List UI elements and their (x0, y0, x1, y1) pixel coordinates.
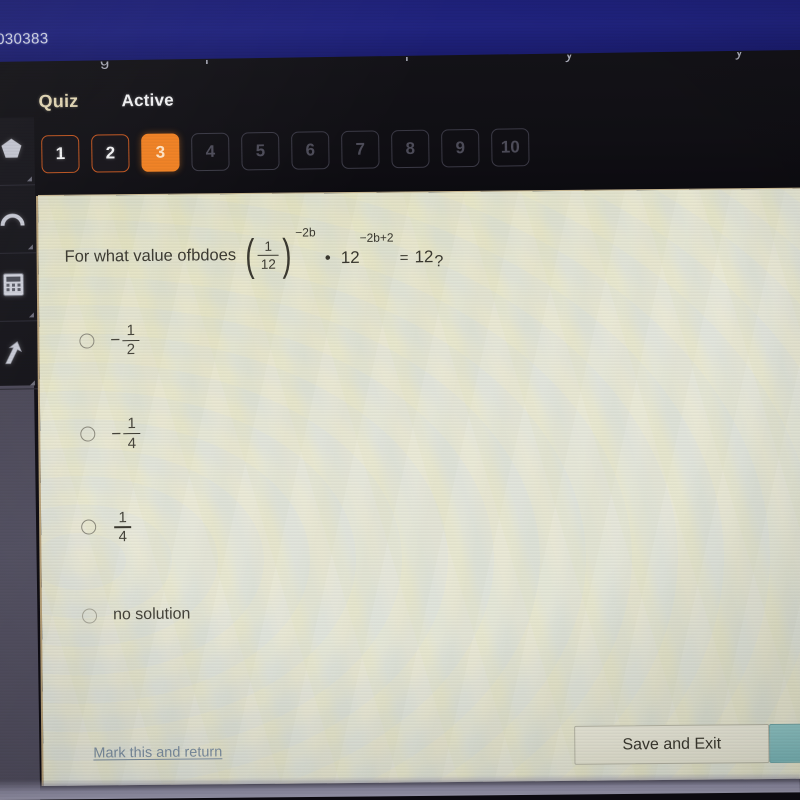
option-a-sign: − (110, 330, 121, 350)
question-button-9[interactable]: 9 (441, 128, 480, 168)
multiplication-dot: • (324, 248, 331, 268)
option-b-numerator: 1 (127, 415, 136, 433)
question-button-7[interactable]: 7 (341, 130, 380, 169)
corner-marker-icon (28, 312, 34, 318)
tool-rail (0, 117, 39, 390)
screen-moire-overlay-secondary (38, 188, 800, 786)
outer-exponent: −2b (295, 225, 316, 240)
right-paren: ) (282, 230, 292, 280)
fraction-numerator: 1 (264, 238, 273, 254)
question-button-2[interactable]: 2 (91, 134, 130, 173)
answer-option-d[interactable]: no solution (81, 605, 191, 625)
radio-button-c[interactable] (81, 519, 97, 536)
calculator-tool-button[interactable] (0, 253, 38, 322)
save-and-exit-button[interactable]: Save and Exit (574, 724, 770, 765)
pointer-tool-button[interactable] (0, 321, 39, 390)
question-lead-text: For what value of (64, 246, 192, 267)
option-c-fraction: 1 4 (114, 508, 132, 546)
answer-label-a: − 1 2 (110, 322, 140, 359)
radio-button-b[interactable] (80, 426, 96, 442)
corner-marker-icon (29, 380, 35, 386)
protractor-tool-button[interactable] (0, 185, 37, 254)
shape-tool-icon (0, 137, 24, 164)
question-button-1[interactable]: 1 (41, 134, 80, 174)
option-a-denominator: 2 (126, 341, 136, 359)
equals-sign: = (399, 249, 409, 267)
quiz-nav: Quiz Active 1 2 3 4 5 6 7 8 9 10 (0, 50, 800, 202)
power-of-fraction-term: ( 1 12 ) −2b (241, 225, 316, 281)
answer-option-b[interactable]: − 1 4 (80, 415, 189, 452)
corner-marker-icon (26, 176, 32, 182)
radio-button-d[interactable] (81, 608, 98, 624)
option-b-fraction: 1 4 (123, 415, 141, 452)
calculator-icon (2, 272, 25, 301)
fraction-one-twelfth: 1 12 (257, 238, 279, 272)
question-button-10[interactable]: 10 (491, 128, 530, 167)
option-a-numerator: 1 (126, 322, 135, 340)
second-base: 12 (340, 247, 360, 267)
question-number-list: 1 2 3 4 5 6 7 8 9 10 (41, 128, 530, 174)
fraction-denominator: 12 (260, 256, 276, 272)
next-button[interactable] (769, 723, 800, 764)
answer-options: − 1 2 − 1 4 1 4 no solution (79, 322, 190, 623)
power-of-twelve-term: 12 −2b+2 (340, 230, 394, 267)
mark-this-and-return-link[interactable]: Mark this and return (93, 744, 222, 761)
sidebar-lower-panel (0, 383, 41, 800)
option-b-denominator: 4 (127, 434, 137, 452)
option-b-sign: − (111, 423, 122, 443)
option-c-denominator: 4 (118, 528, 128, 546)
quiz-title: Quiz (38, 90, 79, 112)
answer-label-c: 1 4 (112, 508, 132, 546)
question-variable: b (191, 246, 201, 265)
answer-option-a[interactable]: − 1 2 (79, 322, 188, 359)
radio-button-a[interactable] (79, 333, 95, 349)
shape-tool-button[interactable] (0, 117, 36, 186)
corner-marker-icon (27, 244, 33, 250)
question-button-8[interactable]: 8 (391, 129, 430, 169)
question-mid-text: does (200, 246, 237, 265)
question-mark: ? (434, 252, 444, 271)
answer-option-c[interactable]: 1 4 (81, 508, 190, 546)
browser-tab-id: 030383 (0, 30, 49, 48)
question-button-5[interactable]: 5 (241, 131, 280, 171)
right-hand-side: 12 (414, 247, 434, 267)
screen-moire-overlay (38, 188, 800, 786)
question-button-4[interactable]: 4 (191, 132, 230, 172)
question-button-6[interactable]: 6 (291, 131, 330, 170)
option-a-fraction: 1 2 (122, 322, 140, 359)
answer-label-d: no solution (112, 605, 191, 624)
question-text: For what value of b does ( 1 12 ) −2b • … (64, 225, 444, 281)
answer-label-b: − 1 4 (111, 415, 141, 452)
protractor-icon (0, 205, 26, 232)
screenshot-root: 030383 g l l y y Quiz Active 1 2 3 4 5 6… (0, 0, 800, 800)
question-card: For what value of b does ( 1 12 ) −2b • … (38, 188, 800, 786)
left-paren: ( (244, 230, 255, 281)
pointer-arrow-icon (1, 339, 27, 370)
second-exponent: −2b+2 (359, 230, 394, 245)
quiz-status-label: Active (121, 90, 174, 111)
option-c-numerator: 1 (118, 508, 127, 527)
question-button-3[interactable]: 3 (141, 133, 180, 172)
